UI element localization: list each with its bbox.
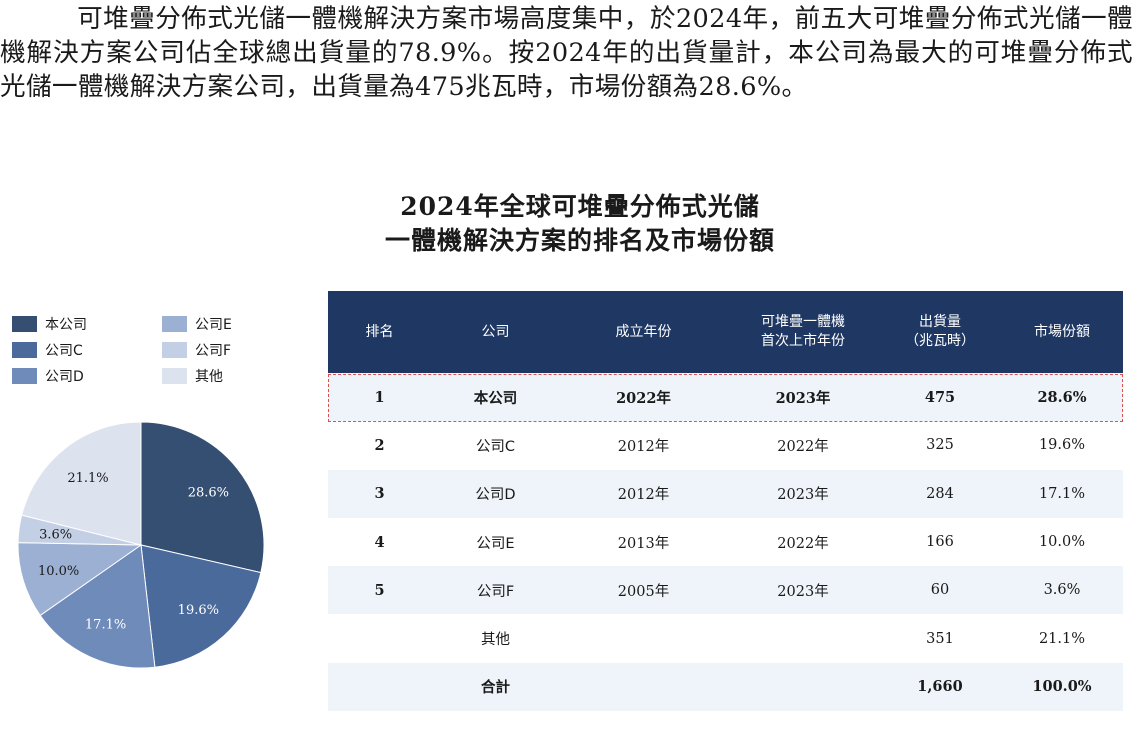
- rank-cell: 3: [328, 469, 431, 518]
- legend-label: 公司E: [195, 317, 232, 333]
- legend-item-company-c: 公司C: [12, 340, 83, 360]
- column-header-shipments: 出貨量 （兆瓦時）: [879, 291, 1001, 373]
- founded-cell: [560, 662, 727, 712]
- legend-item-company-f: 公司F: [162, 340, 231, 360]
- legend-swatch: [12, 316, 37, 332]
- founded-cell: 2005年: [560, 566, 727, 615]
- share-cell: 19.6%: [1001, 421, 1123, 470]
- table-row: 1 本公司 2022年 2023年 475 28.6%: [328, 373, 1123, 422]
- first-launch-cell: 2023年: [727, 373, 879, 422]
- legend-item-self: 本公司: [12, 314, 87, 334]
- table-row: 2 公司C 2012年 2022年 325 19.6%: [328, 421, 1123, 470]
- company-cell: 合計: [431, 662, 560, 712]
- first-launch-cell: 2023年: [727, 566, 879, 615]
- first-launch-cell: 2022年: [727, 421, 879, 470]
- legend-label: 本公司: [45, 317, 87, 333]
- company-cell: 公司C: [431, 421, 560, 470]
- table-header-row: 排名 公司 成立年份 可堆疊一體機 首次上市年份 出貨量 （兆瓦時） 市場份額: [328, 291, 1123, 373]
- table-row: 3 公司D 2012年 2023年 284 17.1%: [328, 469, 1123, 518]
- pie-data-label: 28.6%: [188, 485, 229, 500]
- company-cell: 本公司: [431, 373, 560, 422]
- share-cell: 3.6%: [1001, 566, 1123, 615]
- pie-data-label: 21.1%: [67, 471, 108, 486]
- shipments-cell: 284: [879, 469, 1001, 518]
- shipments-cell: 475: [879, 373, 1001, 422]
- legend-swatch: [162, 316, 187, 332]
- legend-item-company-e: 公司E: [162, 314, 232, 334]
- column-header-rank: 排名: [328, 291, 431, 373]
- legend-swatch: [12, 342, 37, 358]
- rank-cell: 2: [328, 421, 431, 470]
- legend-item-others: 其他: [162, 366, 223, 386]
- table-row: 5 公司F 2005年 2023年 60 3.6%: [328, 566, 1123, 615]
- legend-label: 公司F: [195, 343, 232, 359]
- pie-data-label: 17.1%: [85, 617, 126, 632]
- pie-data-label: 10.0%: [38, 564, 79, 579]
- column-header-company: 公司: [431, 291, 560, 373]
- founded-cell: 2013年: [560, 517, 727, 567]
- rank-cell: 5: [328, 566, 431, 615]
- rank-cell: 4: [328, 517, 431, 567]
- figure-title-line2: 一體機解決方案的排名及市場份額: [384, 226, 775, 255]
- share-cell: 28.6%: [1001, 373, 1123, 422]
- legend-label: 其他: [195, 369, 223, 385]
- first-launch-cell: [727, 662, 879, 712]
- share-cell: 10.0%: [1001, 517, 1123, 567]
- legend-swatch: [12, 368, 37, 384]
- shipments-cell: 325: [879, 421, 1001, 470]
- shipments-cell: 60: [879, 566, 1001, 615]
- founded-cell: 2012年: [560, 421, 727, 470]
- company-cell: 公司E: [431, 517, 560, 567]
- table-row: 4 公司E 2013年 2022年 166 10.0%: [328, 517, 1123, 567]
- shipments-cell: 351: [879, 614, 1001, 663]
- market-share-pie-chart: 28.6% 19.6% 17.1% 10.0% 3.6% 21.1%: [17, 421, 265, 669]
- legend-swatch: [162, 342, 187, 358]
- legend-swatch: [162, 368, 187, 384]
- legend-label: 公司D: [45, 369, 84, 385]
- founded-cell: [560, 614, 727, 663]
- shipments-cell: 166: [879, 517, 1001, 567]
- company-cell: 公司D: [431, 469, 560, 518]
- intro-paragraph-text: 可堆疊分佈式光儲一體機解決方案市場高度集中，於2024年，前五大可堆疊分佈式光儲…: [0, 4, 1133, 102]
- rank-cell: [328, 662, 431, 712]
- table-total-row: 合計 1,660 100.0%: [328, 662, 1123, 712]
- column-header-first-launch: 可堆疊一體機 首次上市年份: [727, 291, 879, 373]
- share-cell: 21.1%: [1001, 614, 1123, 663]
- figure-title: 2024年全球可堆疊分佈式光儲 一體機解決方案的排名及市場份額: [300, 190, 860, 258]
- first-launch-cell: 2022年: [727, 517, 879, 567]
- pie-data-label: 19.6%: [178, 603, 219, 618]
- share-cell: 17.1%: [1001, 469, 1123, 518]
- first-launch-cell: [727, 614, 879, 663]
- table-row: 其他 351 21.1%: [328, 614, 1123, 663]
- rank-cell: [328, 614, 431, 663]
- rank-cell: 1: [328, 373, 431, 422]
- company-cell: 其他: [431, 614, 560, 663]
- legend-label: 公司C: [45, 343, 83, 359]
- pie-data-label: 3.6%: [39, 528, 72, 543]
- ranking-table: 排名 公司 成立年份 可堆疊一體機 首次上市年份 出貨量 （兆瓦時） 市場份額 1 …: [328, 291, 1123, 712]
- shipments-cell: 1,660: [879, 662, 1001, 712]
- share-cell: 100.0%: [1001, 662, 1123, 712]
- legend-item-company-d: 公司D: [12, 366, 84, 386]
- column-header-founded: 成立年份: [560, 291, 727, 373]
- first-launch-cell: 2023年: [727, 469, 879, 518]
- intro-paragraph: 可堆疊分佈式光儲一體機解決方案市場高度集中，於2024年，前五大可堆疊分佈式光儲…: [0, 2, 1133, 104]
- column-header-market-share: 市場份額: [1001, 291, 1123, 373]
- founded-cell: 2012年: [560, 469, 727, 518]
- company-cell: 公司F: [431, 566, 560, 615]
- figure-title-line1: 2024年全球可堆疊分佈式光儲: [400, 192, 760, 221]
- founded-cell: 2022年: [560, 373, 727, 422]
